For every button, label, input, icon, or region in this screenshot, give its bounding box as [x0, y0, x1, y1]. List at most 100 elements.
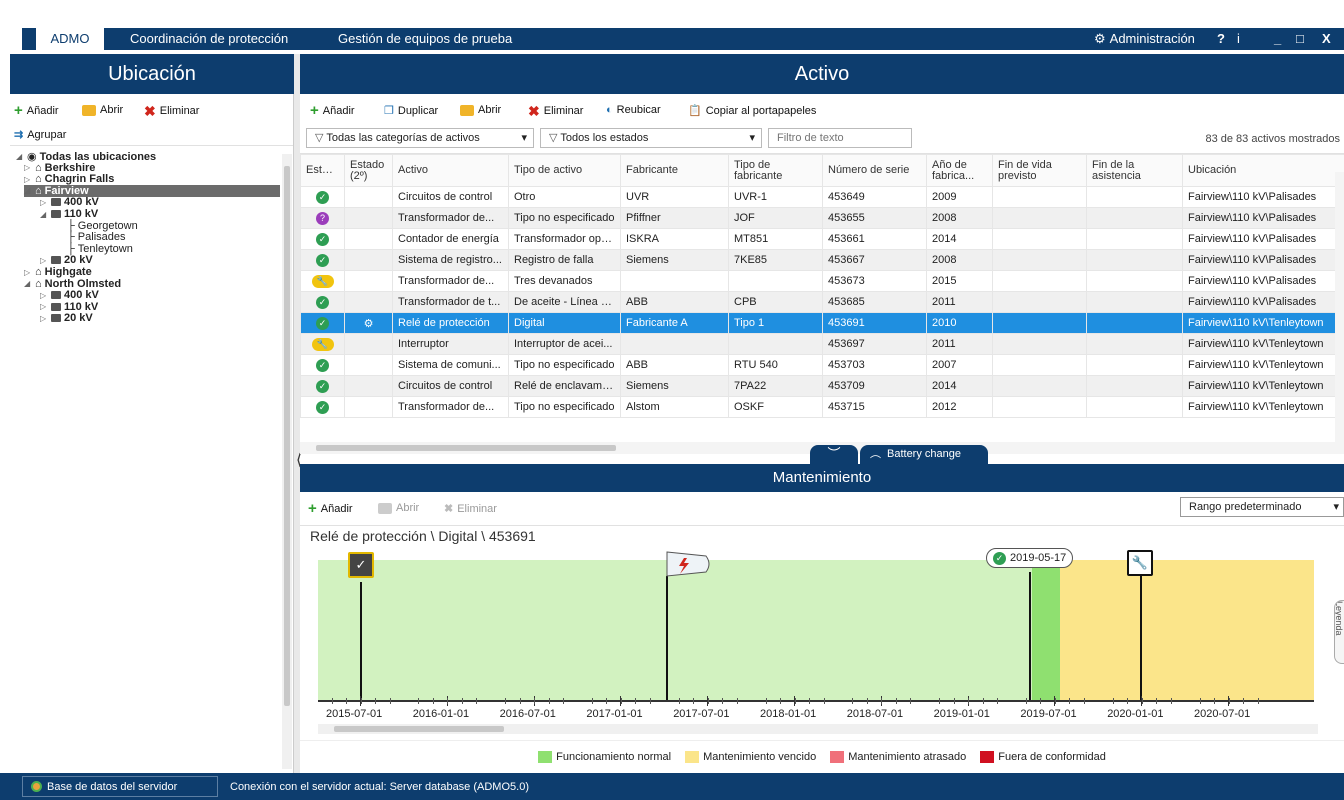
status2-cell: [344, 375, 393, 397]
minor-tick: [548, 698, 550, 704]
check-flag-icon[interactable]: ✓: [348, 552, 374, 578]
tab-coordinacion[interactable]: Coordinación de protección: [118, 28, 300, 50]
location-panel-title: Ubicación: [10, 54, 294, 94]
fault-flag-icon[interactable]: [666, 550, 712, 580]
expand-icon[interactable]: ▷: [40, 302, 48, 311]
column-header[interactable]: Activo: [392, 154, 509, 187]
duplicate-button[interactable]: ❐ Duplicar: [384, 104, 438, 118]
close-button[interactable]: X: [1322, 28, 1331, 50]
state-filter[interactable]: ▽ Todos los estados ▾: [540, 128, 762, 148]
column-header[interactable]: Tipo de fabricante: [728, 154, 823, 187]
table-row[interactable]: ✓ Contador de energía Transformador ope...…: [300, 228, 1344, 250]
maint-add-button[interactable]: + Añadir: [308, 501, 353, 516]
expand-icon[interactable]: ▷: [24, 175, 32, 184]
tree-item[interactable]: ◢ ⌂ Fairview: [24, 184, 280, 197]
table-vscrollbar[interactable]: [1335, 172, 1344, 442]
date-badge[interactable]: ✓ 2019-05-17: [986, 548, 1074, 568]
table-row[interactable]: ✓ Sistema de comuni... Tipo no especificad…: [300, 354, 1344, 376]
table-header: Estado Estado (2º) Activo Tipo de activo Fab…: [300, 154, 1344, 187]
expand-icon[interactable]: ▷: [40, 291, 48, 300]
expand-icon[interactable]: ◢: [24, 279, 32, 288]
column-header[interactable]: Número de serie: [822, 154, 927, 187]
column-header[interactable]: Tipo de activo: [508, 154, 621, 187]
admin-button[interactable]: ⚙ Administración: [1094, 28, 1195, 50]
table-row[interactable]: ✓ Sistema de registro... Registro de falla…: [300, 249, 1344, 271]
table-row[interactable]: ? Transformador de... Tipo no especificado…: [300, 207, 1344, 229]
tree-item[interactable]: ▷ 20 kV: [40, 312, 93, 324]
tree-item[interactable]: ├ Georgetown: [56, 220, 138, 232]
legend-label: Funcionamiento normal: [556, 751, 672, 763]
timeline-scrollbar[interactable]: [318, 724, 1318, 734]
tree-item[interactable]: ◢ 110 kV: [40, 208, 98, 220]
column-header[interactable]: Fabricante: [620, 154, 729, 187]
substation-icon: ⌂: [35, 184, 42, 197]
tree-item[interactable]: ├ Palisades: [56, 231, 126, 243]
tree-item[interactable]: ◢ ⌂ North Olmsted: [24, 278, 121, 290]
location-add-button[interactable]: + Añadir: [14, 103, 59, 118]
table-row[interactable]: 🔧 Interruptor Interruptor de acei... 453697…: [300, 333, 1344, 355]
legend-item: Fuera de conformidad: [980, 751, 1106, 763]
text-filter-input[interactable]: [768, 128, 912, 148]
tree-item[interactable]: ▷ 400 kV: [40, 289, 99, 301]
tree-item[interactable]: ▷ 400 kV: [40, 196, 99, 208]
minimize-button[interactable]: _: [1274, 28, 1281, 50]
expand-icon[interactable]: ▷: [40, 314, 48, 323]
maint-open-button[interactable]: Abrir: [378, 502, 419, 514]
table-row[interactable]: ✓ Circuitos de control Otro UVR UVR-1 453649 2…: [300, 186, 1344, 208]
info-icon[interactable]: i: [1237, 28, 1240, 50]
cell-type: Tres devanados: [508, 270, 621, 292]
location-open-button[interactable]: Abrir: [82, 104, 123, 116]
column-header[interactable]: Fin de la asistencia: [1086, 154, 1183, 187]
cell-type: Tipo no especificado: [508, 207, 621, 229]
cell-maker-type: MT851: [728, 228, 823, 250]
maint-delete-button[interactable]: ✖ Eliminar: [444, 502, 497, 516]
server-db-button[interactable]: Base de datos del servidor: [22, 776, 218, 797]
category-filter[interactable]: ▽ Todas las categorías de activos ▾: [306, 128, 534, 148]
tab-gestion-equipos[interactable]: Gestión de equipos de prueba: [326, 28, 524, 50]
tree-item[interactable]: ▷ ⌂ Berkshire: [24, 162, 95, 174]
table-row[interactable]: ✓ ⚙ Relé de protección Digital Fabricante AT…: [300, 312, 1344, 334]
overdue-band: [1060, 560, 1314, 700]
tab-maintenance-collapse[interactable]: ︶: [810, 445, 858, 464]
expand-icon[interactable]: ◢: [24, 186, 32, 195]
expand-icon[interactable]: ◢: [40, 210, 48, 219]
expand-icon[interactable]: ▷: [24, 268, 32, 277]
tree-item[interactable]: ▷ ⌂ Highgate: [24, 266, 92, 278]
help-icon[interactable]: ?: [1217, 28, 1225, 50]
tree-scrollbar[interactable]: [282, 154, 292, 769]
tree-item[interactable]: ├ Tenleytown: [56, 243, 133, 255]
asset-open-button[interactable]: Abrir: [460, 104, 501, 116]
tree-item[interactable]: ▷ 110 kV: [40, 301, 98, 313]
table-row[interactable]: ✓ Circuitos de control Relé de enclavamie.…: [300, 375, 1344, 397]
column-header[interactable]: Estado: [300, 154, 345, 187]
asset-delete-button[interactable]: ✖ Eliminar: [528, 104, 583, 118]
cell-type: De aceite - Línea a...: [508, 291, 621, 313]
asset-add-button[interactable]: + Añadir: [310, 103, 355, 118]
column-header[interactable]: Estado (2º): [344, 154, 393, 187]
column-header[interactable]: Ubicación: [1182, 154, 1344, 187]
legend-side-tab[interactable]: Leyenda: [1334, 600, 1344, 664]
tab-admo[interactable]: ADMO: [36, 28, 104, 50]
relocate-button[interactable]: ◐ Reubicar: [606, 104, 661, 116]
expand-icon[interactable]: ▷: [40, 256, 48, 265]
voltage-level-icon: [51, 291, 61, 300]
tab-battery-change[interactable]: ︵ Battery change: [860, 445, 988, 464]
wrench-flag-icon[interactable]: 🔧: [1127, 550, 1153, 576]
expand-icon[interactable]: ▷: [24, 163, 32, 172]
column-header[interactable]: Año de fabrica...: [926, 154, 993, 187]
range-select[interactable]: Rango predeterminado ▾: [1180, 497, 1344, 517]
table-row[interactable]: 🔧 Transformador de... Tres devanados 453673…: [300, 270, 1344, 292]
table-row[interactable]: ✓ Transformador de... Tipo no especificado…: [300, 396, 1344, 418]
location-delete-button[interactable]: ✖ Eliminar: [144, 104, 199, 118]
table-row[interactable]: ✓ Transformador de t... De aceite - Línea …: [300, 291, 1344, 313]
cell-location: Fairview\110 kV\Palisades: [1182, 228, 1344, 250]
copy-clipboard-button[interactable]: 📋 Copiar al portapapeles: [688, 104, 816, 118]
tree-item[interactable]: ▷ ⌂ Chagrin Falls: [24, 173, 114, 185]
column-header[interactable]: Fin de vida previsto: [992, 154, 1087, 187]
expand-icon[interactable]: ▷: [40, 198, 48, 207]
expand-icon[interactable]: ◢: [16, 152, 24, 161]
cell-maker: Pfiffner: [620, 207, 729, 229]
group-button[interactable]: ⇉ Agrupar: [14, 128, 66, 142]
tree-item[interactable]: ▷ 20 kV: [40, 254, 93, 266]
maximize-button[interactable]: □: [1296, 28, 1304, 50]
